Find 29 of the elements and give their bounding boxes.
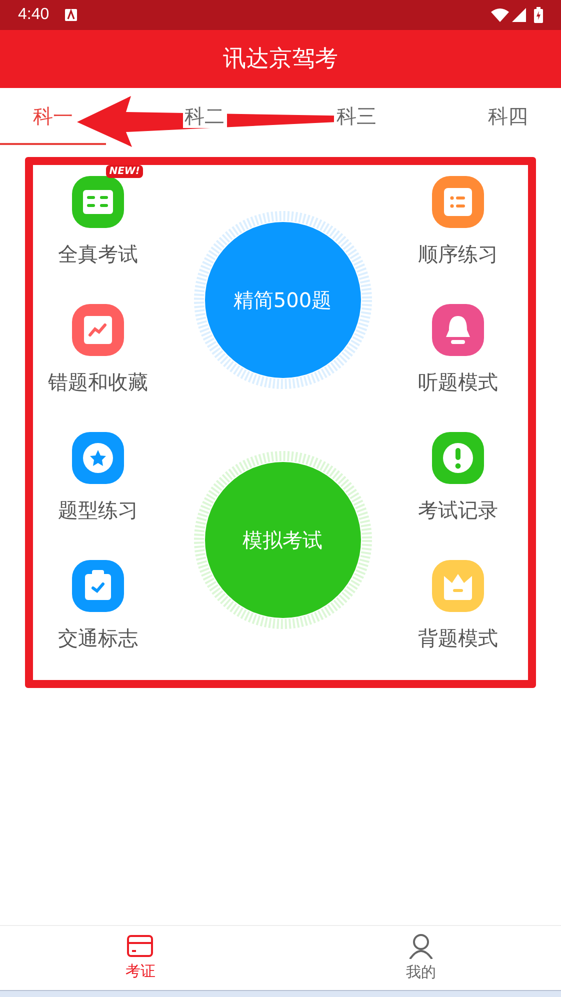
menu-label[interactable]: 听题模式 [418, 369, 498, 395]
nav-tab[interactable]: 我的 [280, 926, 561, 990]
card-icon [126, 934, 154, 958]
menu-label[interactable]: 题型练习 [58, 497, 138, 523]
nav-tab[interactable]: 考证 [0, 926, 280, 990]
signal-icon [512, 8, 526, 22]
subject-tab[interactable]: 科二 [152, 88, 258, 145]
clipboard-icon [71, 559, 125, 613]
menu-label[interactable]: 错题和收藏 [48, 369, 148, 395]
menu-label[interactable]: 交通标志 [58, 625, 138, 651]
menu-label[interactable]: 背题模式 [418, 625, 498, 651]
person-icon [408, 932, 434, 959]
menu-label[interactable]: 顺序练习 [418, 241, 498, 267]
battery-icon [534, 7, 543, 23]
app-title: 讯达京驾考 [223, 44, 338, 74]
notification-icon [65, 9, 78, 21]
subject-tab[interactable]: 科三 [303, 88, 410, 145]
clock: 4:40 [18, 5, 50, 25]
new-badge: NEW! [106, 165, 143, 178]
bell-icon [431, 303, 485, 357]
menu-label[interactable]: 全真考试 [58, 241, 138, 267]
book-icon [71, 175, 125, 229]
alert-icon [431, 431, 485, 485]
subject-tab[interactable]: 科四 [454, 88, 561, 145]
chart-icon [71, 303, 125, 357]
crown-icon [431, 559, 485, 613]
list-icon [431, 175, 485, 229]
wifi-icon [491, 8, 509, 22]
menu-label[interactable]: 考试记录 [418, 497, 498, 523]
